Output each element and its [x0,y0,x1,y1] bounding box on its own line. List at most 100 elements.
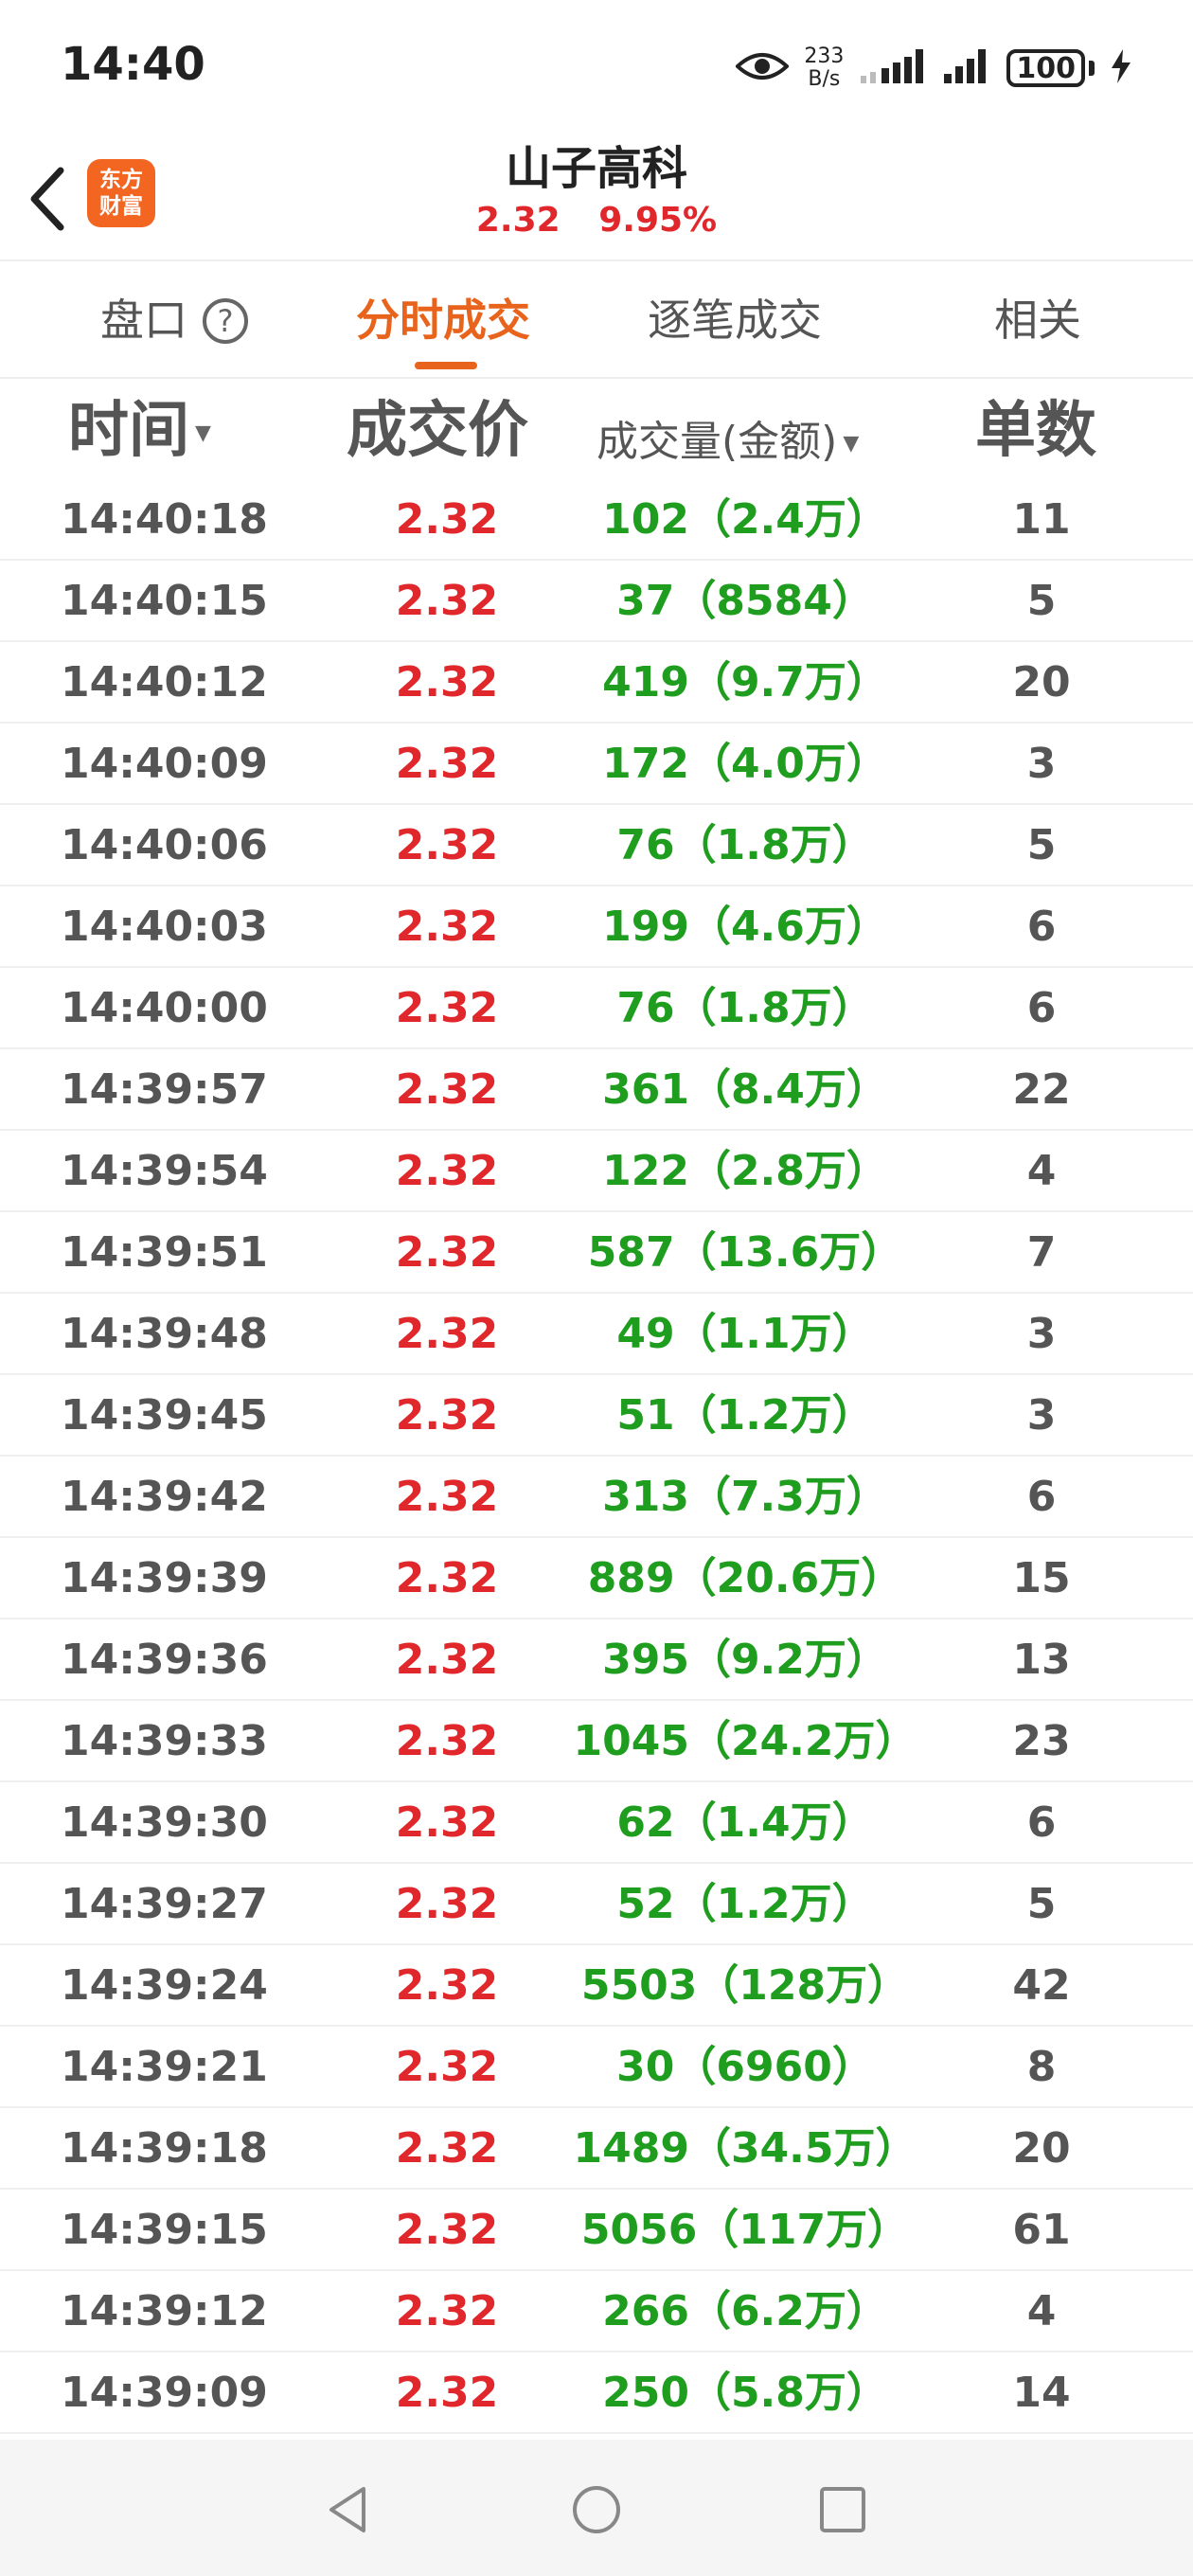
sort-caret-icon: ▼ [195,421,211,446]
cell-volume: 587（13.6万） [587,1228,903,1277]
net-speed: 233 B/s [804,45,844,91]
cell-count: 23 [1012,1717,1071,1765]
cell-count: 6 [1026,984,1057,1032]
battery-tip [1089,61,1095,76]
stock-name: 山子高科 [505,142,687,195]
table-row[interactable]: 14:40:18 2.32 102（2.4万） 11 [0,479,1193,561]
table-row[interactable]: 14:39:48 2.32 49（1.1万） 3 [0,1294,1193,1375]
cell-count: 4 [1026,1147,1057,1195]
recents-square-icon [816,2487,869,2540]
tab-time-trades[interactable]: 分时成交 [356,292,530,349]
table-row[interactable]: 14:39:36 2.32 395（9.2万） 13 [0,1619,1193,1701]
cell-volume: 5056（117万） [580,2206,910,2254]
nav-back-button[interactable] [322,2483,375,2536]
cell-volume: 395（9.2万） [602,1636,888,1684]
table-row[interactable]: 14:39:42 2.32 313（7.3万） 6 [0,1457,1193,1538]
cell-count: 3 [1026,1310,1057,1358]
cell-volume: 172（4.0万） [602,740,888,788]
cell-time: 14:40:12 [61,658,268,707]
table-row[interactable]: 14:40:06 2.32 76（1.8万） 5 [0,805,1193,886]
tab-pankou[interactable]: 盘口? [100,292,248,349]
cell-volume: 76（1.8万） [616,984,874,1032]
battery-level: 100 [1016,51,1076,85]
table-row[interactable]: 14:39:12 2.32 266（6.2万） 4 [0,2271,1193,2352]
tab-related[interactable]: 相关 [994,292,1081,349]
table-row[interactable]: 14:40:15 2.32 37（8584） 5 [0,561,1193,642]
cell-count: 11 [1012,495,1071,544]
cell-time: 14:39:36 [61,1636,268,1684]
nav-recents-button[interactable] [816,2483,869,2536]
table-header: 时间 ▼ 成交价 成交量(金额) ▼ 单数 [0,381,1193,479]
eye-icon [735,49,791,87]
stock-price: 2.32 [475,201,561,240]
table-row[interactable]: 14:40:09 2.32 172（4.0万） 3 [0,724,1193,805]
stock-header: 东方 财富 山子高科 2.32 9.95% [0,133,1193,261]
cell-count: 5 [1026,1880,1057,1928]
cell-volume: 361（8.4万） [602,1065,888,1114]
cell-volume: 419（9.7万） [602,658,888,707]
cell-count: 6 [1026,1473,1057,1521]
charging-icon [1110,47,1132,89]
cell-volume: 250（5.8万） [602,2369,888,2417]
cell-time: 14:40:06 [61,821,268,869]
cell-volume: 52（1.2万） [616,1880,874,1928]
table-row[interactable]: 14:39:54 2.32 122（2.8万） 4 [0,1131,1193,1212]
cell-count: 8 [1026,2043,1057,2091]
table-row[interactable]: 14:39:15 2.32 5056（117万） 61 [0,2190,1193,2271]
tab-label: 逐笔成交 [648,295,822,346]
column-header-volume[interactable]: 成交量(金额) ▼ [596,409,859,477]
cell-count: 3 [1026,740,1057,788]
cell-time: 14:39:51 [61,1228,268,1277]
cell-time: 14:39:18 [61,2124,268,2173]
system-nav-bar [0,2440,1193,2576]
table-row[interactable]: 14:40:03 2.32 199（4.6万） 6 [0,886,1193,968]
tab-label: 相关 [994,295,1081,346]
table-row[interactable]: 14:39:45 2.32 51（1.2万） 3 [0,1375,1193,1457]
table-row[interactable]: 14:39:51 2.32 587（13.6万） 7 [0,1212,1193,1294]
tab-label: 分时成交 [356,295,530,346]
cell-volume: 30（6960） [616,2043,874,2091]
table-row[interactable]: 14:39:39 2.32 889（20.6万） 15 [0,1538,1193,1619]
cell-count: 22 [1012,1065,1071,1114]
table-row[interactable]: 14:39:33 2.32 1045（24.2万） 23 [0,1701,1193,1782]
net-speed-unit: B/s [808,67,841,91]
cell-time: 14:39:57 [61,1065,268,1114]
cell-time: 14:39:12 [61,2287,268,2335]
column-header-time[interactable]: 时间 ▼ [68,398,211,467]
cell-time: 14:40:18 [61,495,268,544]
nav-home-button[interactable] [570,2483,623,2536]
table-row[interactable]: 14:39:09 2.32 250（5.8万） 14 [0,2352,1193,2434]
cell-volume: 266（6.2万） [602,2287,888,2335]
status-icons: 233 B/s 100 [735,42,1132,95]
status-time: 14:40 [61,38,205,91]
cell-count: 5 [1026,577,1057,625]
cell-time: 14:40:03 [61,903,268,951]
tab-tick-trades[interactable]: 逐笔成交 [648,292,822,349]
signal-icon [859,47,927,89]
table-row[interactable]: 14:39:27 2.32 52（1.2万） 5 [0,1864,1193,1945]
help-icon[interactable]: ? [203,298,248,344]
cell-volume: 889（20.6万） [587,1554,903,1602]
table-row[interactable]: 14:39:24 2.32 5503（128万） 42 [0,1945,1193,2027]
table-row[interactable]: 14:39:30 2.32 62（1.4万） 6 [0,1782,1193,1864]
cell-count: 42 [1012,1961,1071,2010]
cell-count: 7 [1026,1228,1057,1277]
cell-count: 3 [1026,1391,1057,1440]
cell-time: 14:39:21 [61,2043,268,2091]
cell-time: 14:39:48 [61,1310,268,1358]
table-row[interactable]: 14:40:12 2.32 419（9.7万） 20 [0,642,1193,724]
cell-count: 6 [1026,903,1057,951]
table-row[interactable]: 14:39:57 2.32 361（8.4万） 22 [0,1049,1193,1131]
cell-count: 20 [1012,2124,1071,2173]
column-header-label: 成交量(金额) [596,418,838,466]
trade-list[interactable]: 14:40:18 2.32 102（2.4万） 11 14:40:15 2.32 37（85… [0,479,1193,2434]
table-row[interactable]: 14:39:21 2.32 30（6960） 8 [0,2027,1193,2108]
cell-time: 14:39:42 [61,1473,268,1521]
stock-quote: 2.32 9.95% [0,201,1193,240]
table-row[interactable]: 14:39:18 2.32 1489（34.5万） 20 [0,2108,1193,2190]
cell-time: 14:40:00 [61,984,268,1032]
cell-volume: 1045（24.2万） [573,1717,917,1765]
signal-icon [942,47,991,89]
table-row[interactable]: 14:40:00 2.32 76（1.8万） 6 [0,968,1193,1049]
cell-volume: 51（1.2万） [616,1391,874,1440]
